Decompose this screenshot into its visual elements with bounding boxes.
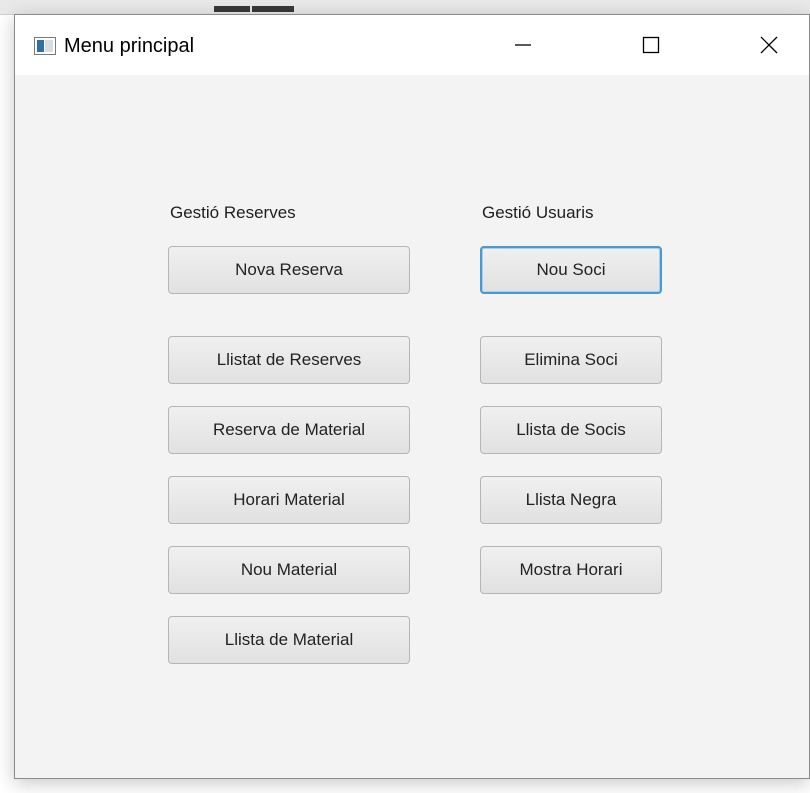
nou-material-button[interactable]: Nou Material <box>168 546 410 594</box>
close-icon <box>759 35 779 55</box>
app-icon <box>34 37 56 55</box>
background-mark <box>252 6 294 12</box>
llista-socis-button[interactable]: Llista de Socis <box>480 406 662 454</box>
title-bar[interactable]: Menu principal <box>15 15 809 75</box>
reserva-material-button[interactable]: Reserva de Material <box>168 406 410 454</box>
llista-negra-button[interactable]: Llista Negra <box>480 476 662 524</box>
llista-material-button[interactable]: Llista de Material <box>168 616 410 664</box>
llistat-reserves-button[interactable]: Llistat de Reserves <box>168 336 410 384</box>
background-mark <box>214 6 250 12</box>
mostra-horari-button[interactable]: Mostra Horari <box>480 546 662 594</box>
horari-material-button[interactable]: Horari Material <box>168 476 410 524</box>
reserves-group-label: Gestió Reserves <box>170 203 296 222</box>
maximize-button[interactable] <box>619 15 683 75</box>
close-button[interactable] <box>737 15 801 75</box>
minimize-icon <box>513 35 533 55</box>
main-menu-window: Menu principal Gestió Reserves Nova Rese… <box>14 14 810 779</box>
nova-reserva-button[interactable]: Nova Reserva <box>168 246 410 294</box>
usuaris-group-label: Gestió Usuaris <box>482 203 594 222</box>
nou-soci-button[interactable]: Nou Soci <box>480 246 662 294</box>
minimize-button[interactable] <box>491 15 555 75</box>
background-window-strip <box>0 0 810 15</box>
maximize-icon <box>641 35 661 55</box>
window-title: Menu principal <box>64 35 195 57</box>
elimina-soci-button[interactable]: Elimina Soci <box>480 336 662 384</box>
